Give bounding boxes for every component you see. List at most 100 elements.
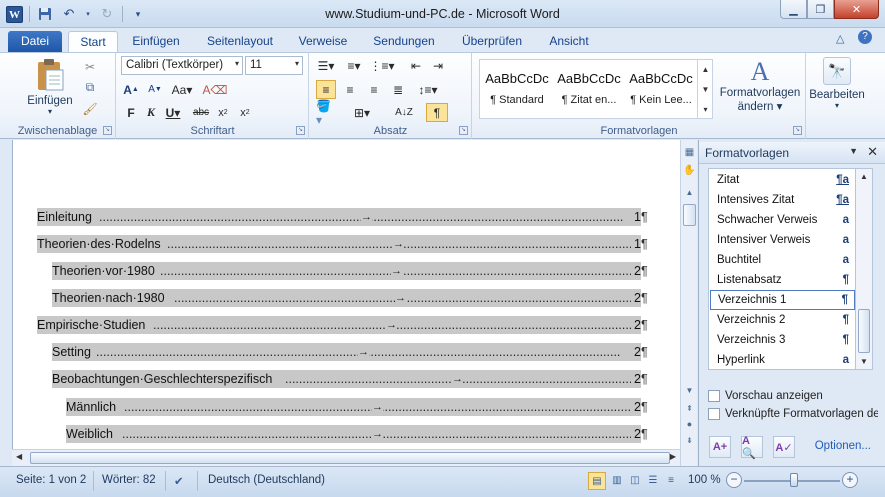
align-center-icon[interactable]: ≡ <box>340 80 360 99</box>
toc-entry[interactable]: Theorien·nach·1980 .....................… <box>52 289 641 307</box>
align-left-icon[interactable]: ≡ <box>316 80 336 99</box>
scroll-down-icon[interactable]: ▼ <box>683 384 696 397</box>
toc-entry[interactable]: Einleitung .............................… <box>37 208 641 226</box>
strikethrough-icon[interactable]: abc <box>191 103 211 122</box>
subscript-icon[interactable]: x2 <box>213 103 233 122</box>
font-launcher-icon[interactable]: ↘ <box>296 126 305 135</box>
word-count[interactable]: Wörter: 82 <box>102 474 156 486</box>
grow-font-icon[interactable]: A ▲ <box>121 80 141 99</box>
toc-entry[interactable]: Theorien·des·Rodelns ...................… <box>37 235 641 253</box>
preview-checkbox-row[interactable]: Vorschau anzeigen <box>708 390 878 406</box>
print-layout-view-icon[interactable]: ▤ <box>588 472 606 490</box>
clipboard-launcher-icon[interactable]: ↘ <box>103 126 112 135</box>
style-tile-no-spacing[interactable]: AaBbCcDc ¶ Kein Lee... <box>625 59 697 111</box>
style-inspector-icon[interactable]: A🔍 <box>741 435 763 460</box>
cut-icon[interactable]: ✂ <box>80 57 100 76</box>
tab-start[interactable]: Start <box>68 31 118 53</box>
style-item[interactable]: Verzeichnis 2 ¶ <box>710 310 855 330</box>
zoom-in-icon[interactable]: + <box>842 472 858 488</box>
horizontal-scrollbar[interactable]: ◀ ▶ <box>12 449 680 466</box>
show-formatting-marks-icon[interactable]: ¶ <box>426 103 448 122</box>
new-style-icon[interactable]: A+ <box>709 436 731 458</box>
shading-icon[interactable]: 🪣▾ <box>316 99 336 127</box>
pan-hand-icon[interactable]: ✋ <box>683 164 696 177</box>
multilevel-list-icon[interactable]: ⋮≡▾ <box>369 56 394 75</box>
styles-list-scrollbar[interactable]: ▲ ▼ <box>856 168 873 370</box>
style-item[interactable]: Verzeichnis 3 ¶ <box>710 330 855 350</box>
toc-entry[interactable]: Setting ................................… <box>52 343 641 361</box>
proofing-icon[interactable]: ✔ <box>174 474 184 488</box>
full-screen-reading-icon[interactable]: ▥ <box>608 472 626 490</box>
maximize-button[interactable]: ❐ <box>807 0 834 19</box>
tab-page-layout[interactable]: Seitenlayout <box>200 31 280 52</box>
styles-launcher-icon[interactable]: ↘ <box>793 126 802 135</box>
horizontal-scroll-thumb[interactable] <box>30 452 670 464</box>
pane-options-icon[interactable]: ▼ <box>849 146 858 156</box>
sort-icon[interactable]: A↓Z <box>394 103 414 122</box>
superscript-icon[interactable]: x2 <box>235 103 255 122</box>
close-pane-icon[interactable]: ✕ <box>867 144 878 160</box>
zoom-out-icon[interactable]: − <box>726 472 742 488</box>
font-size-combo[interactable]: 11 ▾ <box>245 56 303 75</box>
toc-entry[interactable]: Beobachtungen·Geschlechterspezifisch ...… <box>52 370 641 388</box>
scroll-left-icon[interactable]: ◀ <box>16 452 22 461</box>
help-icon[interactable]: ? <box>858 30 872 44</box>
copy-icon[interactable]: ⧉ <box>80 78 100 97</box>
tab-references[interactable]: Verweise <box>292 31 354 52</box>
previous-page-icon[interactable]: ⇞ <box>683 402 696 415</box>
scroll-up-icon[interactable]: ▲ <box>702 65 710 74</box>
decrease-indent-icon[interactable]: ⇤ <box>406 56 426 75</box>
minimize-button[interactable]: ▁ <box>780 0 807 19</box>
vertical-scrollbar[interactable]: ▦ ✋ ▲ ▼ ⇞ ● ⇟ <box>680 140 697 466</box>
borders-icon[interactable]: ⊞▾ <box>352 103 372 122</box>
web-layout-icon[interactable]: ◫ <box>626 472 644 490</box>
preview-checkbox[interactable] <box>708 390 720 402</box>
increase-indent-icon[interactable]: ⇥ <box>428 56 448 75</box>
next-page-icon[interactable]: ⇟ <box>683 434 696 447</box>
more-styles-icon[interactable]: ▾ <box>703 105 707 114</box>
style-item[interactable]: Schwacher Verweis a <box>710 210 855 230</box>
collapse-ribbon-icon[interactable]: △ <box>836 32 844 45</box>
style-item[interactable]: Hyperlink a <box>710 350 855 370</box>
format-painter-icon[interactable]: 🖌 <box>80 99 100 118</box>
options-link[interactable]: Optionen... <box>815 440 871 452</box>
linked-styles-checkbox-row[interactable]: Verknüpfte Formatvorlagen dea <box>708 408 878 424</box>
underline-icon[interactable]: U▾ <box>163 103 183 122</box>
scroll-down-icon[interactable]: ▼ <box>702 85 710 94</box>
align-right-icon[interactable]: ≡ <box>364 80 384 99</box>
tab-file[interactable]: Datei <box>8 31 62 52</box>
justify-icon[interactable]: ≣ <box>388 80 408 99</box>
change-case-icon[interactable]: Aa▾ <box>172 80 193 99</box>
scroll-up-icon[interactable]: ▲ <box>860 172 868 181</box>
bold-icon[interactable]: F <box>121 103 141 122</box>
view-ruler-icon[interactable]: ▦ <box>683 146 696 159</box>
document-page[interactable]: Einleitung .............................… <box>12 140 680 466</box>
zoom-slider-knob[interactable] <box>790 473 798 487</box>
style-item[interactable]: Intensives Zitat ¶a <box>710 190 855 210</box>
close-button[interactable]: ✕ <box>834 0 879 19</box>
style-tile-standard[interactable]: AaBbCcDc ¶ Standard <box>481 59 553 111</box>
tab-insert[interactable]: Einfügen <box>125 31 187 52</box>
paragraph-launcher-icon[interactable]: ↘ <box>459 126 468 135</box>
tab-review[interactable]: Überprüfen <box>454 31 530 52</box>
tab-mailings[interactable]: Sendungen <box>366 31 442 52</box>
scroll-right-icon[interactable]: ▶ <box>670 452 676 461</box>
manage-styles-icon[interactable]: A✓ <box>773 436 795 458</box>
font-name-combo[interactable]: Calibri (Textkörper) ▾ <box>121 56 243 75</box>
scroll-up-icon[interactable]: ▲ <box>683 186 696 199</box>
page-count[interactable]: Seite: 1 von 2 <box>16 474 86 486</box>
styles-list-scroll-thumb[interactable] <box>858 309 870 353</box>
style-tile-quote[interactable]: AaBbCcDc ¶ Zitat en... <box>553 59 625 111</box>
style-item[interactable]: Zitat ¶a <box>710 170 855 190</box>
change-styles-button[interactable]: A Formatvorlagen ändern ▾ <box>715 57 805 113</box>
bullets-icon[interactable]: ☰▾ <box>316 56 336 75</box>
toc-entry[interactable]: Weiblich ...............................… <box>66 425 641 443</box>
toc-entry[interactable]: Männlich ...............................… <box>66 398 641 416</box>
tab-view[interactable]: Ansicht <box>541 31 597 52</box>
style-item[interactable]: Buchtitel a <box>710 250 855 270</box>
clear-formatting-icon[interactable]: A⌫ <box>203 80 228 99</box>
outline-view-icon[interactable]: ☰ <box>644 472 662 490</box>
style-item-selected[interactable]: Verzeichnis 1 ¶ <box>710 290 855 310</box>
linked-styles-checkbox[interactable] <box>708 408 720 420</box>
toc-entry[interactable]: Theorien·vor·1980 ......................… <box>52 262 641 280</box>
